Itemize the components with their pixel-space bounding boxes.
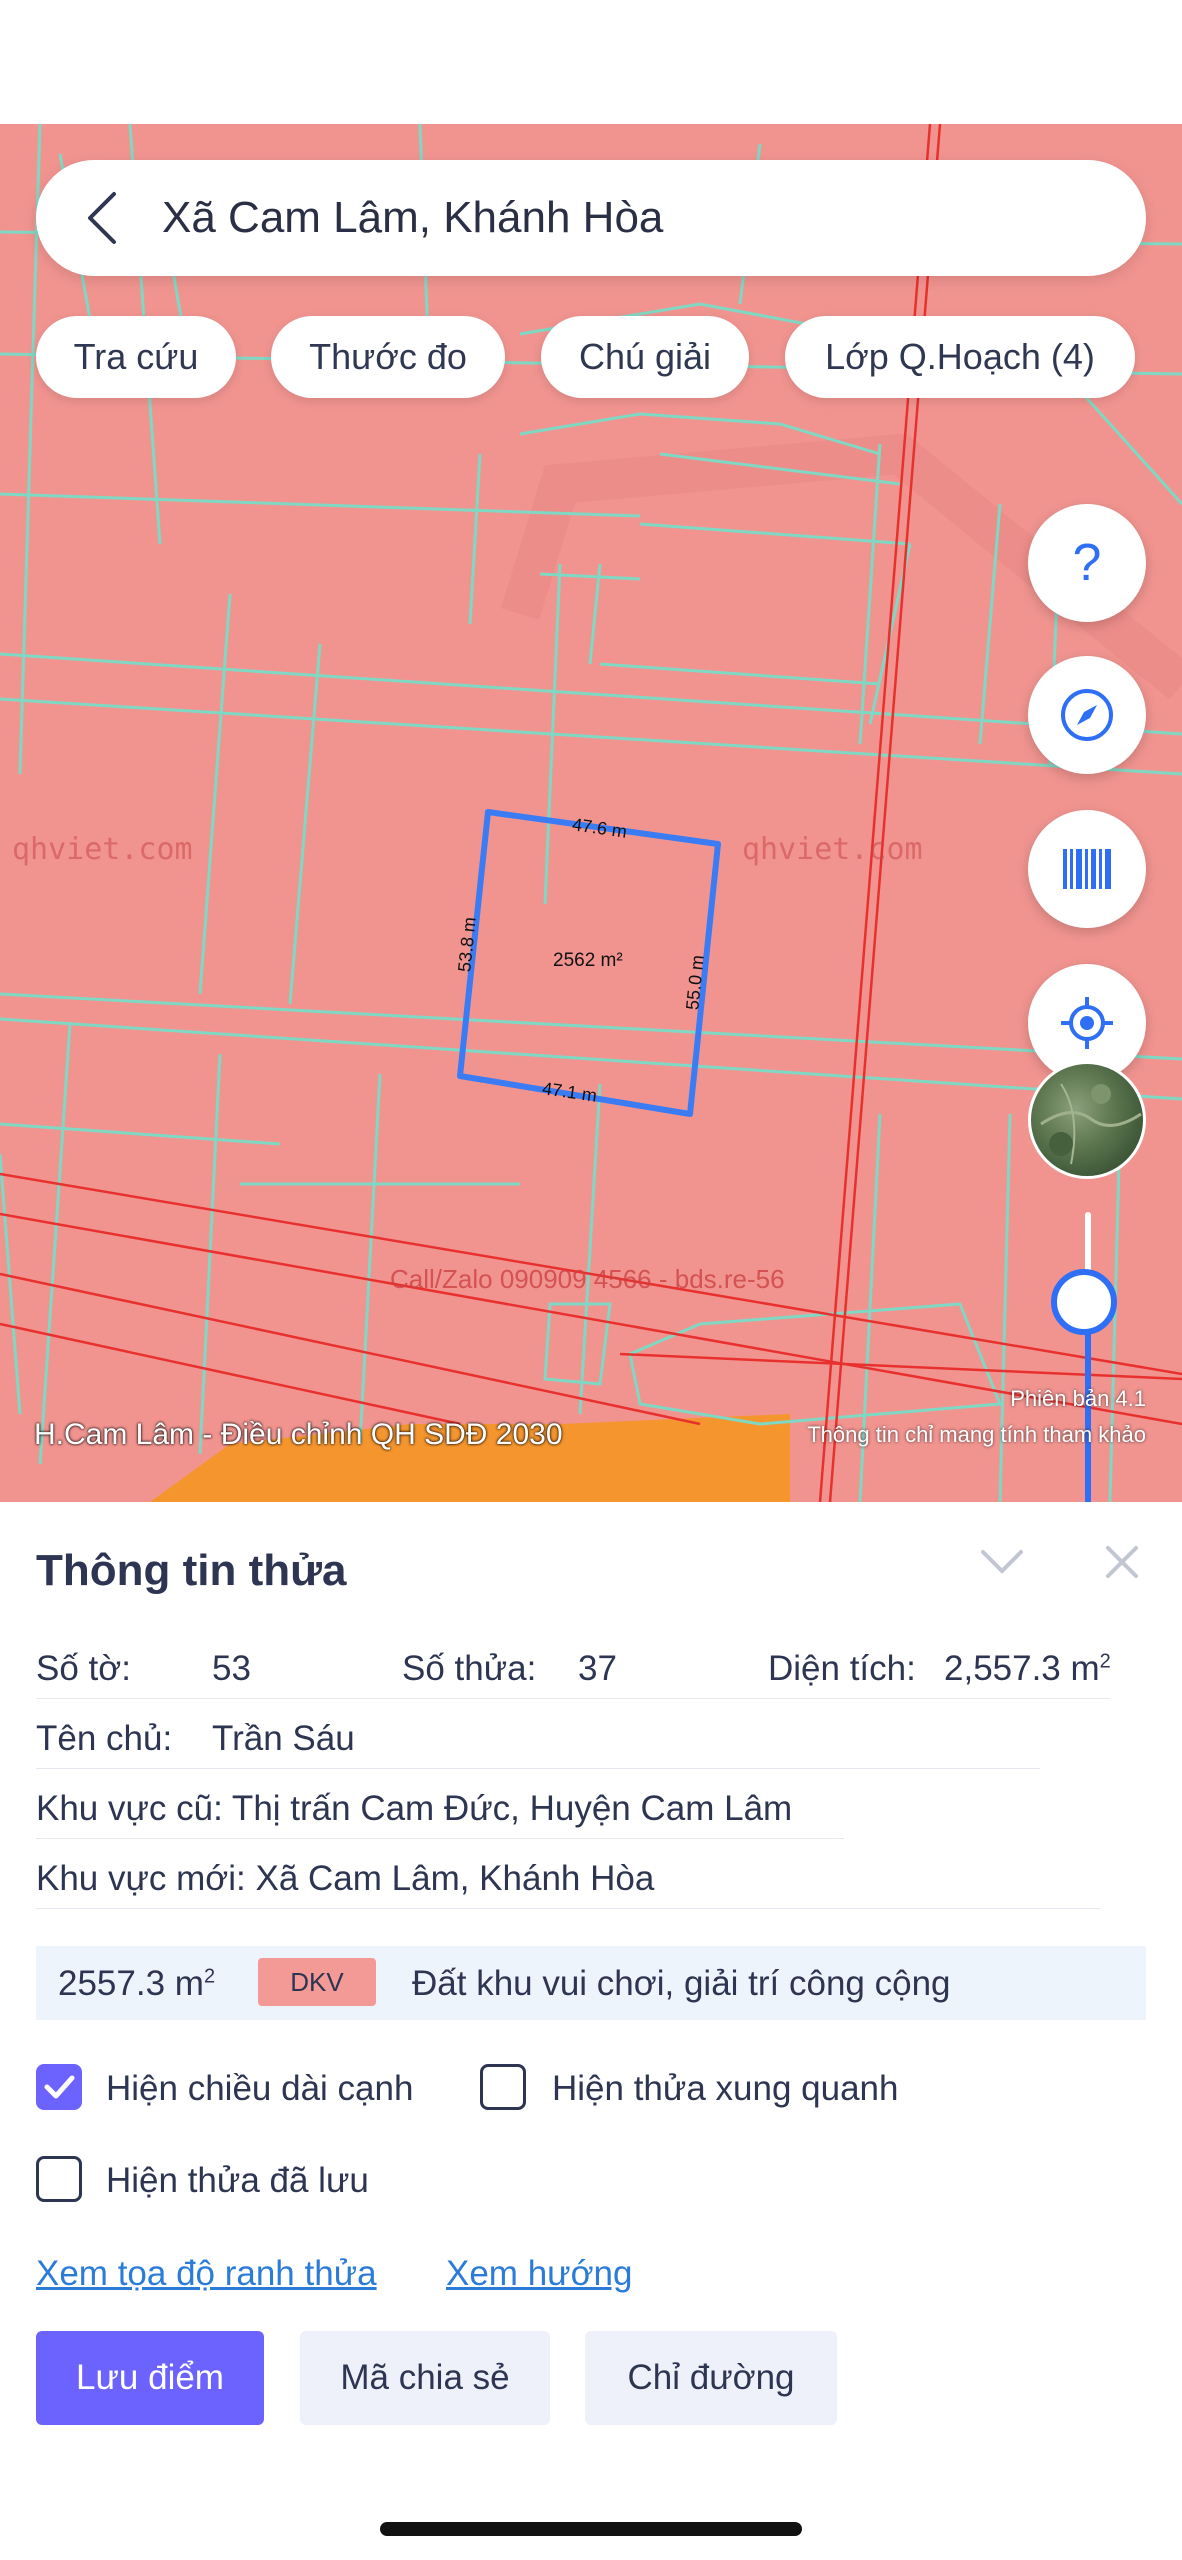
satellite-layer-button[interactable] [1028,1061,1146,1179]
search-bar[interactable]: Xã Cam Lâm, Khánh Hòa [36,160,1146,276]
view-boundary-coordinates-link[interactable]: Xem tọa độ ranh thửa [36,2254,377,2294]
map-contact-watermark: Call/Zalo 090909 4566 - bds.re-56 [390,1264,785,1294]
owner-label: Tên chủ: [36,1719,173,1758]
satellite-thumbnail [1040,1083,1142,1165]
close-icon [1106,1546,1138,1578]
chevron-down-icon [981,1550,1023,1574]
locate-icon [1061,997,1113,1049]
parcel-info-panel: Thông tin thửa Số tờ: 53 Số thửa: 37 Diệ… [0,1502,1182,2560]
old-area-text: Khu vực cũ: Thị trấn Cam Đức, Huyện Cam … [36,1789,793,1828]
show-saved-parcels-checkbox[interactable] [36,2156,82,2202]
land-use-area: 2557.3 m2 [58,1964,216,2003]
map-watermark: qhviet.com [742,832,923,867]
checkmark-icon [44,2075,75,2099]
barcode-button[interactable] [1028,810,1146,928]
close-button[interactable] [1092,1532,1152,1592]
home-indicator [380,2522,802,2536]
help-button[interactable]: ? [1028,504,1146,622]
directions-button[interactable]: Chỉ đường [585,2331,837,2425]
panel-title: Thông tin thửa [36,1546,347,1595]
chip-lop-qhoach[interactable]: Lớp Q.Hoạch (4) [785,316,1135,398]
land-use-row: 2557.3 m2 DKV Đất khu vui chơi, giải trí… [36,1946,1146,2020]
show-neighbor-parcels-checkbox[interactable] [480,2064,526,2110]
map-disclaimer: Thông tin chỉ mang tính tham khảo [807,1422,1146,1447]
collapse-button[interactable] [972,1532,1032,1592]
so-to-label: Số tờ: [36,1649,131,1688]
so-thua-value: 37 [578,1649,617,1688]
chip-tra-cuu[interactable]: Tra cứu [36,316,236,398]
dien-tich-value: 2,557.3 m2 [944,1649,1111,1688]
divider [36,1698,1110,1699]
compass-icon [1061,689,1113,741]
barcode-icon [1063,849,1111,889]
divider [36,1838,844,1839]
show-edge-length-label[interactable]: Hiện chiều dài cạnh [106,2069,413,2109]
map-caption: H.Cam Lâm - Điều chỉnh QH SDĐ 2030 [34,1418,563,1451]
dien-tich-label: Diện tích: [768,1649,916,1688]
view-direction-link[interactable]: Xem hướng [446,2254,632,2294]
show-edge-length-checkbox[interactable] [36,2064,82,2110]
divider [36,1768,1040,1769]
save-point-button[interactable]: Lưu điểm [36,2331,264,2425]
help-icon: ? [1072,534,1102,592]
so-thua-label: Số thửa: [402,1649,537,1688]
new-area-text: Khu vực mới: Xã Cam Lâm, Khánh Hòa [36,1859,655,1898]
chip-chu-giai[interactable]: Chú giải [541,316,749,398]
map-watermark: qhviet.com [12,832,193,867]
chip-thuoc-do[interactable]: Thước đo [271,316,505,398]
show-saved-parcels-label[interactable]: Hiện thửa đã lưu [106,2161,369,2201]
back-icon[interactable] [72,188,132,248]
zoom-slider-knob[interactable] [1051,1269,1117,1335]
map-view[interactable]: qhviet.com qhviet.com 2562 m² 47.6 m 55.… [0,124,1182,1502]
show-neighbor-parcels-label[interactable]: Hiện thửa xung quanh [552,2069,898,2109]
land-use-code-badge: DKV [258,1958,376,2006]
compass-button[interactable] [1028,656,1146,774]
divider [36,1908,1100,1909]
status-bar [0,0,1182,124]
so-to-value: 53 [212,1649,251,1688]
parcel-area-label: 2562 m² [553,950,623,971]
share-code-button[interactable]: Mã chia sẻ [300,2331,550,2425]
map-version: Phiên bản 4.1 [1010,1386,1146,1411]
owner-value: Trần Sáu [212,1719,355,1758]
land-use-description: Đất khu vui chơi, giải trí công cộng [412,1964,951,2003]
search-location-title[interactable]: Xã Cam Lâm, Khánh Hòa [162,193,663,243]
